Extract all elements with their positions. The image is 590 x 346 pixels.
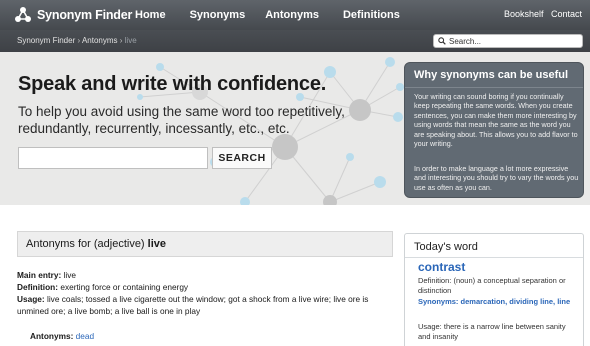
breadcrumb-antonyms[interactable]: Antonyms [82,36,118,45]
antonym-link[interactable]: dead [76,331,94,341]
definition-row: Definition: exerting force or containing… [17,281,397,293]
todays-word-usage: Usage: there is a narrow line between sa… [418,322,578,341]
nav-antonyms[interactable]: Antonyms [265,9,319,21]
breadcrumb-separator: › [119,36,123,45]
header-search-input[interactable] [449,36,579,47]
main-entry-row: Main entry: live [17,269,397,281]
main-nav: Home Synonyms Antonyms Definitions [135,9,424,21]
main-entry-value: live [63,270,77,280]
hero-title: Speak and write with confidence. [18,73,327,95]
todays-synonyms-label: Synonyms: [418,297,459,306]
antonyms-heading-prefix: Antonyms for (adjective) [26,238,145,250]
usage-label: Usage: [17,294,45,304]
logo-icon [15,7,31,22]
antonyms-heading: Antonyms for (adjective) live [26,238,166,250]
breadcrumb-current: live [124,36,137,45]
todays-word-synonyms[interactable]: Synonyms: demarcation, dividing line, li… [418,297,578,307]
definition-label: Definition: [17,282,59,292]
breadcrumb-separator: › [77,36,81,45]
todays-word-definition: Definition: (noun) a conceptual separati… [418,276,578,295]
why-box-paragraph: Your writing can sound boring if you con… [414,92,578,149]
why-box-paragraph: In order to make language a lot more exp… [414,164,579,192]
divider [405,257,583,258]
antonyms-heading-panel: Antonyms for (adjective) live [17,231,393,257]
main-entry-label: Main entry: [17,270,62,280]
antonyms-heading-word: live [147,238,167,250]
site-logo[interactable]: Synonym Finder [14,6,132,24]
search-button[interactable]: SEARCH [212,147,272,169]
top-nav-bar: Synonym Finder Home Synonyms Antonyms De… [0,0,590,30]
breadcrumb: Synonym Finder › Antonyms › live [17,36,137,45]
why-box-title: Why synonyms can be useful [414,69,569,81]
bookshelf-link[interactable]: Bookshelf [504,9,544,19]
antonyms-label: Antonyms: [30,331,74,341]
hero-tagline: To help you avoid using the same word to… [18,104,345,136]
usage-row: Usage: live coals; tossed a live cigaret… [17,293,397,317]
todays-usage-label: Usage: [418,322,442,331]
contact-link[interactable]: Contact [551,9,582,19]
nav-synonyms[interactable]: Synonyms [190,9,246,21]
hero-search-input[interactable] [18,147,208,169]
logo-text: Synonym Finder [37,8,133,22]
why-synonyms-box: Why synonyms can be useful Your writing … [404,62,584,198]
header-search-box [433,34,583,48]
todays-word-box: Today's word contrast Definition: (noun)… [404,233,584,346]
todays-definition-label: Definition: [418,276,452,285]
hero-section: Speak and write with confidence. To help… [0,52,590,205]
usage-value: live coals; tossed a live cigarette out … [17,294,369,316]
breadcrumb-home[interactable]: Synonym Finder [17,36,75,45]
todays-word-link[interactable]: contrast [418,260,465,274]
antonyms-row: Antonyms: dead [30,331,94,341]
divider [405,87,583,88]
definition-value: exerting force or containing energy [60,282,189,292]
definition-block: Main entry: live Definition: exerting fo… [17,269,397,317]
todays-word-title: Today's word [414,241,478,253]
todays-synonyms-value[interactable]: demarcation, dividing line, line [461,297,571,306]
nav-definitions[interactable]: Definitions [343,9,400,21]
search-icon [438,37,446,45]
nav-home[interactable]: Home [135,9,166,21]
